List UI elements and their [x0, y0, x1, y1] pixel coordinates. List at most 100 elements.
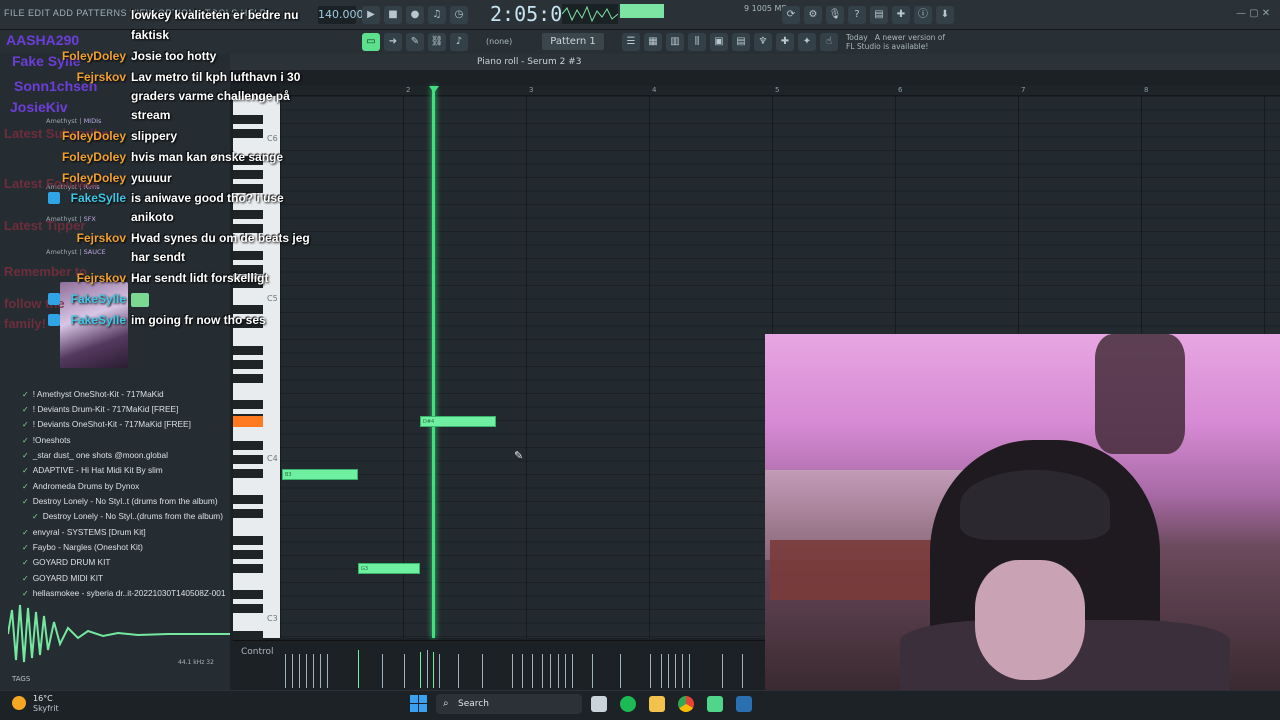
velocity-bar[interactable]: [382, 654, 383, 688]
velocity-bar[interactable]: [427, 650, 428, 688]
browser-folder-item[interactable]: ✓ ADAPTIVE - Hi Hat Midi Kit By slim: [22, 465, 163, 475]
velocity-bar[interactable]: [558, 654, 559, 688]
black-key[interactable]: [233, 360, 263, 369]
browser-folder-item[interactable]: ✓ _star dust_ one shots @moon.global: [22, 450, 168, 460]
browser-folder-item[interactable]: ✓! Deviants OneShot-Kit - 717MaKid [FREE…: [22, 419, 191, 429]
browser-sub-item[interactable]: Amethyst | MIDIs: [46, 117, 101, 125]
velocity-bar[interactable]: [292, 654, 293, 688]
channel-rack-icon[interactable]: ▦: [644, 33, 662, 51]
black-key[interactable]: [233, 564, 263, 573]
pattern-selector[interactable]: Pattern 1: [542, 33, 604, 50]
velocity-bar[interactable]: [550, 654, 551, 688]
velocity-bar[interactable]: [675, 654, 676, 688]
velocity-bar[interactable]: [532, 654, 533, 688]
browser-folder-item[interactable]: ✓ envyral - SYSTEMS [Drum Kit]: [22, 527, 146, 537]
velocity-bar[interactable]: [689, 654, 690, 688]
black-key[interactable]: [233, 604, 263, 613]
browser-folder-item[interactable]: ✓ Faybo - Nargles (Oneshot Kit): [22, 542, 143, 552]
playhead[interactable]: [432, 86, 435, 638]
save-icon[interactable]: ▤: [870, 6, 888, 24]
browser-folder-item[interactable]: ✓ GOYARD DRUM KIT: [22, 557, 110, 567]
velocity-bar[interactable]: [420, 652, 421, 688]
velocity-bar[interactable]: [742, 654, 743, 688]
pencil-icon[interactable]: ✎: [406, 33, 424, 51]
browser-folder-item[interactable]: ✓ Andromeda Drums by Dynox: [22, 481, 139, 491]
velocity-bar[interactable]: [620, 654, 621, 688]
weather-icon[interactable]: [12, 696, 26, 710]
snap-selector[interactable]: (none): [486, 37, 512, 46]
browser-folder-item[interactable]: ✓ !Oneshots: [22, 435, 71, 445]
browser-folder-item[interactable]: ✓! Amethyst OneShot-Kit - 717MaKid: [22, 389, 164, 399]
playlist-icon[interactable]: ☰: [622, 33, 640, 51]
browser-sub-item[interactable]: Amethyst | SAUCE: [46, 248, 106, 256]
piano-roll-icon[interactable]: ▥: [666, 33, 684, 51]
task-view-icon[interactable]: [591, 696, 607, 712]
arrow-icon[interactable]: ➜: [384, 33, 402, 51]
velocity-bar[interactable]: [565, 654, 566, 688]
black-key[interactable]: [233, 509, 263, 518]
velocity-bar[interactable]: [358, 650, 359, 688]
velocity-bar[interactable]: [320, 654, 321, 688]
chrome-icon[interactable]: [678, 696, 694, 712]
plugin-database-icon[interactable]: ▤: [732, 33, 750, 51]
midi-note[interactable]: B3: [282, 469, 358, 480]
black-key[interactable]: [233, 550, 263, 559]
tags-label[interactable]: TAGS: [12, 675, 30, 683]
fl-studio-icon[interactable]: [707, 696, 723, 712]
black-key[interactable]: [233, 536, 263, 545]
tuning-icon[interactable]: ♆: [754, 33, 772, 51]
song-mode-button[interactable]: ♫: [428, 6, 446, 24]
browser-folder-item[interactable]: ✓ Destroy Lonely - No Styl..t (drums from…: [22, 496, 218, 506]
black-key[interactable]: [233, 495, 263, 504]
black-key[interactable]: [233, 400, 263, 409]
update-notice[interactable]: Today A newer version of FL Studio is av…: [846, 33, 945, 51]
velocity-bar[interactable]: [306, 654, 307, 688]
mixer-view-icon[interactable]: ⫼: [688, 33, 706, 51]
velocity-bar[interactable]: [299, 654, 300, 688]
browser-icon[interactable]: ▣: [710, 33, 728, 51]
taskbar-search[interactable]: Search: [436, 694, 582, 714]
velocity-bar[interactable]: [661, 654, 662, 688]
velocity-bar[interactable]: [650, 654, 651, 688]
record-button[interactable]: ●: [406, 6, 424, 24]
velocity-bar[interactable]: [433, 652, 434, 688]
metronome-icon[interactable]: ◷: [450, 6, 468, 24]
black-key[interactable]: [233, 441, 263, 450]
browser-folder-item[interactable]: ✓ GOYARD MIDI KIT: [22, 573, 103, 583]
steam-icon[interactable]: [736, 696, 752, 712]
black-key[interactable]: [233, 469, 263, 478]
info-icon[interactable]: ⓘ: [914, 6, 932, 24]
stamp-icon[interactable]: ♪: [450, 33, 468, 51]
plugin-icon[interactable]: ✚: [892, 6, 910, 24]
midi-note[interactable]: D#4: [420, 416, 496, 427]
mic-icon[interactable]: 🎙: [826, 6, 844, 24]
link-icon[interactable]: ⛓: [428, 33, 446, 51]
black-key[interactable]: [233, 374, 263, 383]
midi-note[interactable]: G3: [358, 563, 420, 574]
help-icon[interactable]: ?: [848, 6, 866, 24]
window-controls[interactable]: — ▢ ✕: [1236, 8, 1270, 19]
velocity-bar[interactable]: [482, 654, 483, 688]
play-button[interactable]: ▶: [362, 6, 380, 24]
velocity-bar[interactable]: [512, 654, 513, 688]
velocity-bar[interactable]: [439, 654, 440, 688]
velocity-bar[interactable]: [313, 654, 314, 688]
velocity-bar[interactable]: [458, 654, 459, 688]
velocity-bar[interactable]: [572, 654, 573, 688]
spotify-icon[interactable]: [620, 696, 636, 712]
velocity-bar[interactable]: [592, 654, 593, 688]
black-key[interactable]: [233, 631, 263, 640]
velocity-bar[interactable]: [404, 654, 405, 688]
velocity-bar[interactable]: [285, 654, 286, 688]
weather-condition[interactable]: Skyfrit: [33, 704, 59, 713]
marker-icon[interactable]: ✦: [798, 33, 816, 51]
record-audio-icon[interactable]: ✚: [776, 33, 794, 51]
playhead-marker[interactable]: [429, 86, 439, 93]
velocity-bar[interactable]: [682, 654, 683, 688]
windows-start-icon[interactable]: [410, 695, 427, 712]
black-key[interactable]: [233, 346, 263, 355]
snap-button[interactable]: ▭: [362, 33, 380, 51]
black-key[interactable]: [233, 455, 263, 464]
file-explorer-icon[interactable]: [649, 696, 665, 712]
refresh-icon[interactable]: ⟳: [782, 6, 800, 24]
